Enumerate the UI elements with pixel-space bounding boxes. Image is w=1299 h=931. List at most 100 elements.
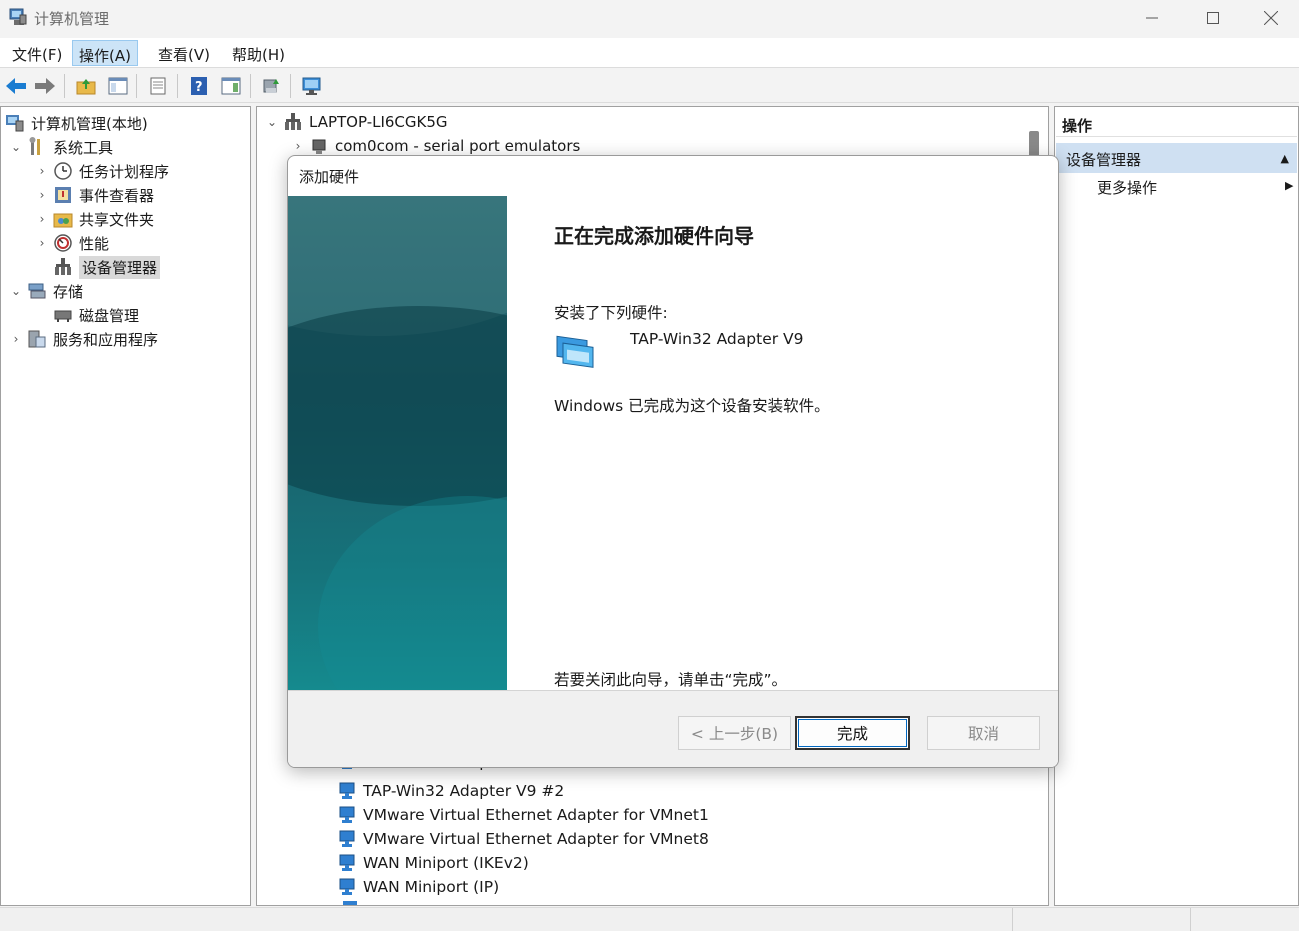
section-label: 设备管理器 xyxy=(1066,151,1142,169)
update-driver-icon xyxy=(263,79,279,93)
cancel-button[interactable]: 取消 xyxy=(927,716,1040,750)
status-divider xyxy=(1190,908,1191,931)
device-item[interactable]: TAP-Win32 Adapter V9 #2 xyxy=(337,779,564,803)
tree-item-system-tools[interactable]: ⌄ 系统工具 xyxy=(9,135,113,159)
network-adapter-icon xyxy=(339,782,355,799)
back-button[interactable] xyxy=(3,73,29,99)
menu-view[interactable]: 查看(V) xyxy=(152,40,216,66)
performance-icon xyxy=(54,234,72,252)
banner-swoosh xyxy=(318,496,507,690)
update-driver-button[interactable] xyxy=(258,73,284,99)
device-manager-icon xyxy=(285,113,301,130)
tree-label: 性能 xyxy=(79,234,110,253)
maximize-button[interactable] xyxy=(1182,0,1244,36)
device-manager-icon xyxy=(55,258,71,275)
back-arrow-icon xyxy=(6,78,26,94)
close-icon xyxy=(1264,11,1278,25)
chevron-right-icon[interactable]: › xyxy=(35,236,49,250)
up-folder-button[interactable] xyxy=(73,73,99,99)
chevron-right-icon[interactable]: › xyxy=(35,164,49,178)
svg-text:?: ? xyxy=(195,80,203,95)
scan-hardware-button[interactable] xyxy=(299,73,325,99)
tree-item-computer-management[interactable]: 计算机管理(本地) xyxy=(5,111,148,135)
tree-label: 事件查看器 xyxy=(79,186,155,205)
tree-item-device-manager[interactable]: 设备管理器 xyxy=(53,255,161,279)
clock-icon xyxy=(54,162,72,180)
tree-item-services-apps[interactable]: › 服务和应用程序 xyxy=(9,327,158,351)
collapse-triangle-icon[interactable]: ▲ xyxy=(1281,152,1289,165)
tree-item-event-viewer[interactable]: › 事件查看器 xyxy=(35,183,154,207)
device-item[interactable]: WAN Miniport (IP) xyxy=(337,875,499,899)
chevron-down-icon[interactable]: ⌄ xyxy=(9,140,23,154)
installed-label: 安装了下列硬件: xyxy=(554,304,668,322)
network-adapter-icon xyxy=(339,878,355,895)
tree-item-task-scheduler[interactable]: › 任务计划程序 xyxy=(35,159,169,183)
more-actions-item[interactable]: 更多操作 xyxy=(1097,177,1157,198)
status-bar xyxy=(0,907,1299,931)
console-tree-icon xyxy=(108,77,128,95)
menu-help[interactable]: 帮助(H) xyxy=(226,40,291,66)
close-hint-text: 若要关闭此向导，请单击“完成”。 xyxy=(554,671,788,689)
network-adapter-icon xyxy=(343,901,357,905)
maximize-icon xyxy=(1207,12,1219,24)
computer-management-icon xyxy=(9,8,27,25)
chevron-down-icon[interactable]: ⌄ xyxy=(9,284,23,298)
tree-item-performance[interactable]: › 性能 xyxy=(35,231,109,255)
tree-item-shared-folders[interactable]: › 共享文件夹 xyxy=(35,207,154,231)
network-adapter-icon xyxy=(339,830,355,847)
computer-name: LAPTOP-LI6CGK5G xyxy=(309,113,448,131)
event-viewer-icon xyxy=(55,187,71,203)
minimize-button[interactable] xyxy=(1121,0,1183,36)
installed-device-name: TAP-Win32 Adapter V9 xyxy=(630,330,804,348)
action-pane-button[interactable] xyxy=(218,73,244,99)
port-icon xyxy=(312,139,326,154)
network-adapter-icon xyxy=(339,854,355,871)
actions-section-device-manager[interactable]: 设备管理器 ▲ xyxy=(1056,143,1297,173)
forward-button[interactable] xyxy=(32,73,58,99)
network-adapter-icon xyxy=(339,806,355,823)
chevron-right-icon[interactable]: › xyxy=(9,332,23,346)
device-root-computer[interactable]: ⌄ LAPTOP-LI6CGK5G xyxy=(265,110,448,134)
device-item[interactable]: VMware Virtual Ethernet Adapter for VMne… xyxy=(337,827,709,851)
toolbar: ? xyxy=(0,69,1299,103)
status-divider xyxy=(1012,908,1013,931)
help-button[interactable]: ? xyxy=(186,73,212,99)
toolbar-separator xyxy=(136,74,137,98)
device-item[interactable]: VMware Virtual Ethernet Adapter for VMne… xyxy=(337,803,709,827)
tree-label: 存储 xyxy=(53,282,84,301)
install-complete-text: Windows 已完成为这个设备安装软件。 xyxy=(554,397,830,415)
device-label: WAN Miniport (IP) xyxy=(363,878,500,896)
tree-label: 计算机管理(本地) xyxy=(31,114,148,133)
category-label: com0com - serial port emulators xyxy=(335,137,581,155)
chevron-right-icon[interactable]: › xyxy=(35,188,49,202)
tools-icon xyxy=(29,137,40,155)
close-button[interactable] xyxy=(1243,0,1299,36)
minimize-icon xyxy=(1146,17,1158,19)
chevron-down-icon[interactable]: ⌄ xyxy=(265,115,279,129)
device-item[interactable]: WAN Miniport (IKEv2) xyxy=(337,851,529,875)
actions-header: 操作 xyxy=(1056,111,1297,137)
menu-action[interactable]: 操作(A) xyxy=(72,40,138,66)
window-title: 计算机管理 xyxy=(34,10,110,28)
device-label: VMware Virtual Ethernet Adapter for VMne… xyxy=(363,806,709,824)
back-step-button[interactable]: < 上一步(B) xyxy=(678,716,791,750)
scan-hardware-icon xyxy=(302,77,321,95)
action-pane-icon xyxy=(221,77,241,95)
toolbar-separator xyxy=(177,74,178,98)
add-hardware-dialog: 添加硬件 正在完成添加硬件向导 安装了下列硬件: TAP-Win32 Adapt… xyxy=(287,155,1059,768)
tree-item-disk-management[interactable]: 磁盘管理 xyxy=(53,303,139,327)
show-hide-tree-button[interactable] xyxy=(105,73,131,99)
dialog-title: 添加硬件 xyxy=(299,168,360,186)
tree-label: 任务计划程序 xyxy=(79,162,170,181)
menu-file[interactable]: 文件(F) xyxy=(6,40,68,66)
storage-icon xyxy=(28,283,46,299)
properties-button[interactable] xyxy=(145,73,171,99)
dialog-footer: < 上一步(B) 完成 取消 xyxy=(288,690,1058,767)
tree-item-storage[interactable]: ⌄ 存储 xyxy=(9,279,83,303)
shared-folder-icon xyxy=(53,213,73,228)
chevron-right-icon[interactable]: › xyxy=(35,212,49,226)
chevron-right-icon[interactable]: › xyxy=(291,139,305,153)
submenu-arrow-icon[interactable]: ▶ xyxy=(1285,179,1293,192)
tree-label: 设备管理器 xyxy=(79,255,161,279)
finish-button[interactable]: 完成 xyxy=(795,716,910,750)
